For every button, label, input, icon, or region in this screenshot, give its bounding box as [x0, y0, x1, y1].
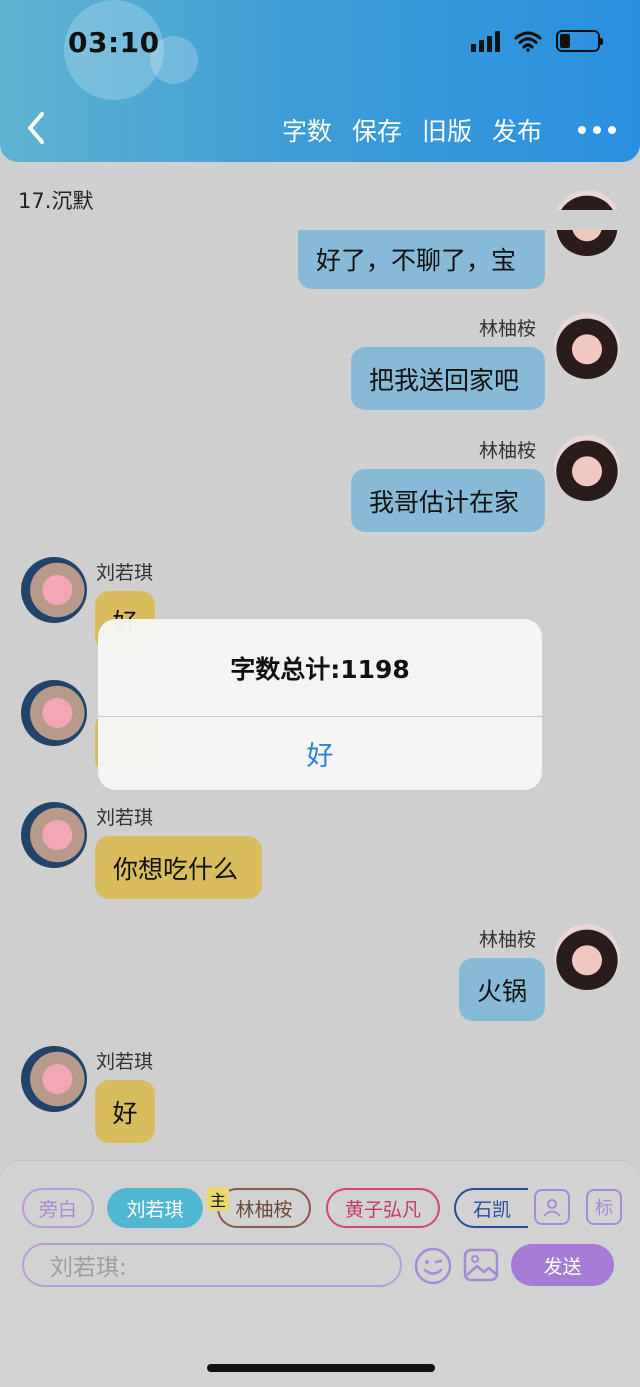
save-button[interactable]: 保存: [352, 112, 402, 148]
avatar[interactable]: [21, 557, 87, 623]
tag-icon-label: 标: [595, 1198, 613, 1219]
chat-bubble[interactable]: 好: [95, 1080, 155, 1143]
message-text: 我哥估计在家: [369, 487, 520, 517]
chat-scroll-edge: [0, 210, 640, 230]
chat-bubble[interactable]: 你想吃什么: [95, 836, 262, 899]
tag-button[interactable]: 标: [586, 1189, 622, 1225]
role-chip-huangzihongfan[interactable]: 黄子弘凡: [326, 1188, 440, 1228]
publish-button[interactable]: 发布: [492, 112, 542, 148]
word-count-dialog: 字数总计:1198 好: [98, 619, 542, 790]
dialog-title: 字数总计:1198: [98, 619, 542, 717]
sender-name: 林柚桉: [479, 440, 537, 462]
avatar[interactable]: [21, 1046, 87, 1112]
main-role-tag: 主: [207, 1187, 230, 1211]
chat-bubble[interactable]: 火锅: [459, 958, 545, 1021]
role-chip-liuruoqi[interactable]: 刘若琪: [107, 1188, 203, 1228]
back-icon[interactable]: [20, 108, 54, 148]
emoji-icon[interactable]: [413, 1246, 453, 1286]
status-time: 03:10: [68, 26, 160, 59]
sender-name: 林柚桉: [479, 929, 537, 951]
message-text: 好了，不聊了，宝: [316, 245, 517, 275]
role-chip-linyouan[interactable]: 林柚桉: [217, 1188, 311, 1228]
battery-icon: [556, 30, 603, 52]
message-text: 你想吃什么: [113, 854, 239, 884]
input-placeholder: 刘若琪:: [50, 1255, 127, 1281]
avatar[interactable]: [554, 924, 620, 990]
avatar[interactable]: [21, 680, 87, 746]
sender-name: 刘若琪: [96, 1051, 154, 1073]
avatar[interactable]: [554, 435, 620, 501]
wifi-icon: [514, 31, 542, 52]
top-header: 03:10 字数 保存 旧版 发布: [0, 0, 640, 162]
chat-bubble[interactable]: 我哥估计在家: [351, 469, 545, 532]
avatar[interactable]: [554, 313, 620, 379]
avatar[interactable]: [21, 802, 87, 868]
header-actions: 字数 保存 旧版 发布: [282, 112, 616, 148]
sender-name: 刘若琪: [96, 562, 154, 584]
chat-bubble[interactable]: 好了，不聊了，宝: [298, 228, 545, 289]
old-version-button[interactable]: 旧版: [422, 112, 472, 148]
signal-icon: [471, 30, 500, 52]
message-text: 火锅: [477, 976, 528, 1006]
message-text: 把我送回家吧: [369, 365, 520, 395]
send-button[interactable]: 发送: [511, 1244, 614, 1286]
home-indicator[interactable]: [207, 1364, 435, 1372]
message-text: 好: [112, 1098, 138, 1128]
sender-name: 刘若琪: [96, 807, 154, 829]
role-chip-narrator[interactable]: 旁白: [22, 1188, 94, 1228]
add-role-icon[interactable]: [534, 1189, 570, 1225]
chat-bubble[interactable]: 把我送回家吧: [351, 347, 545, 410]
more-icon[interactable]: [578, 126, 616, 134]
status-icons: [471, 30, 603, 52]
image-icon[interactable]: [463, 1247, 499, 1283]
message-input[interactable]: 刘若琪:: [22, 1243, 402, 1287]
role-chip-shikai[interactable]: 石凯: [454, 1188, 528, 1228]
sender-name: 林柚桉: [479, 318, 537, 340]
dialog-ok-button[interactable]: 好: [98, 717, 542, 790]
person-icon: [543, 1199, 561, 1217]
word-count-button[interactable]: 字数: [282, 112, 332, 148]
